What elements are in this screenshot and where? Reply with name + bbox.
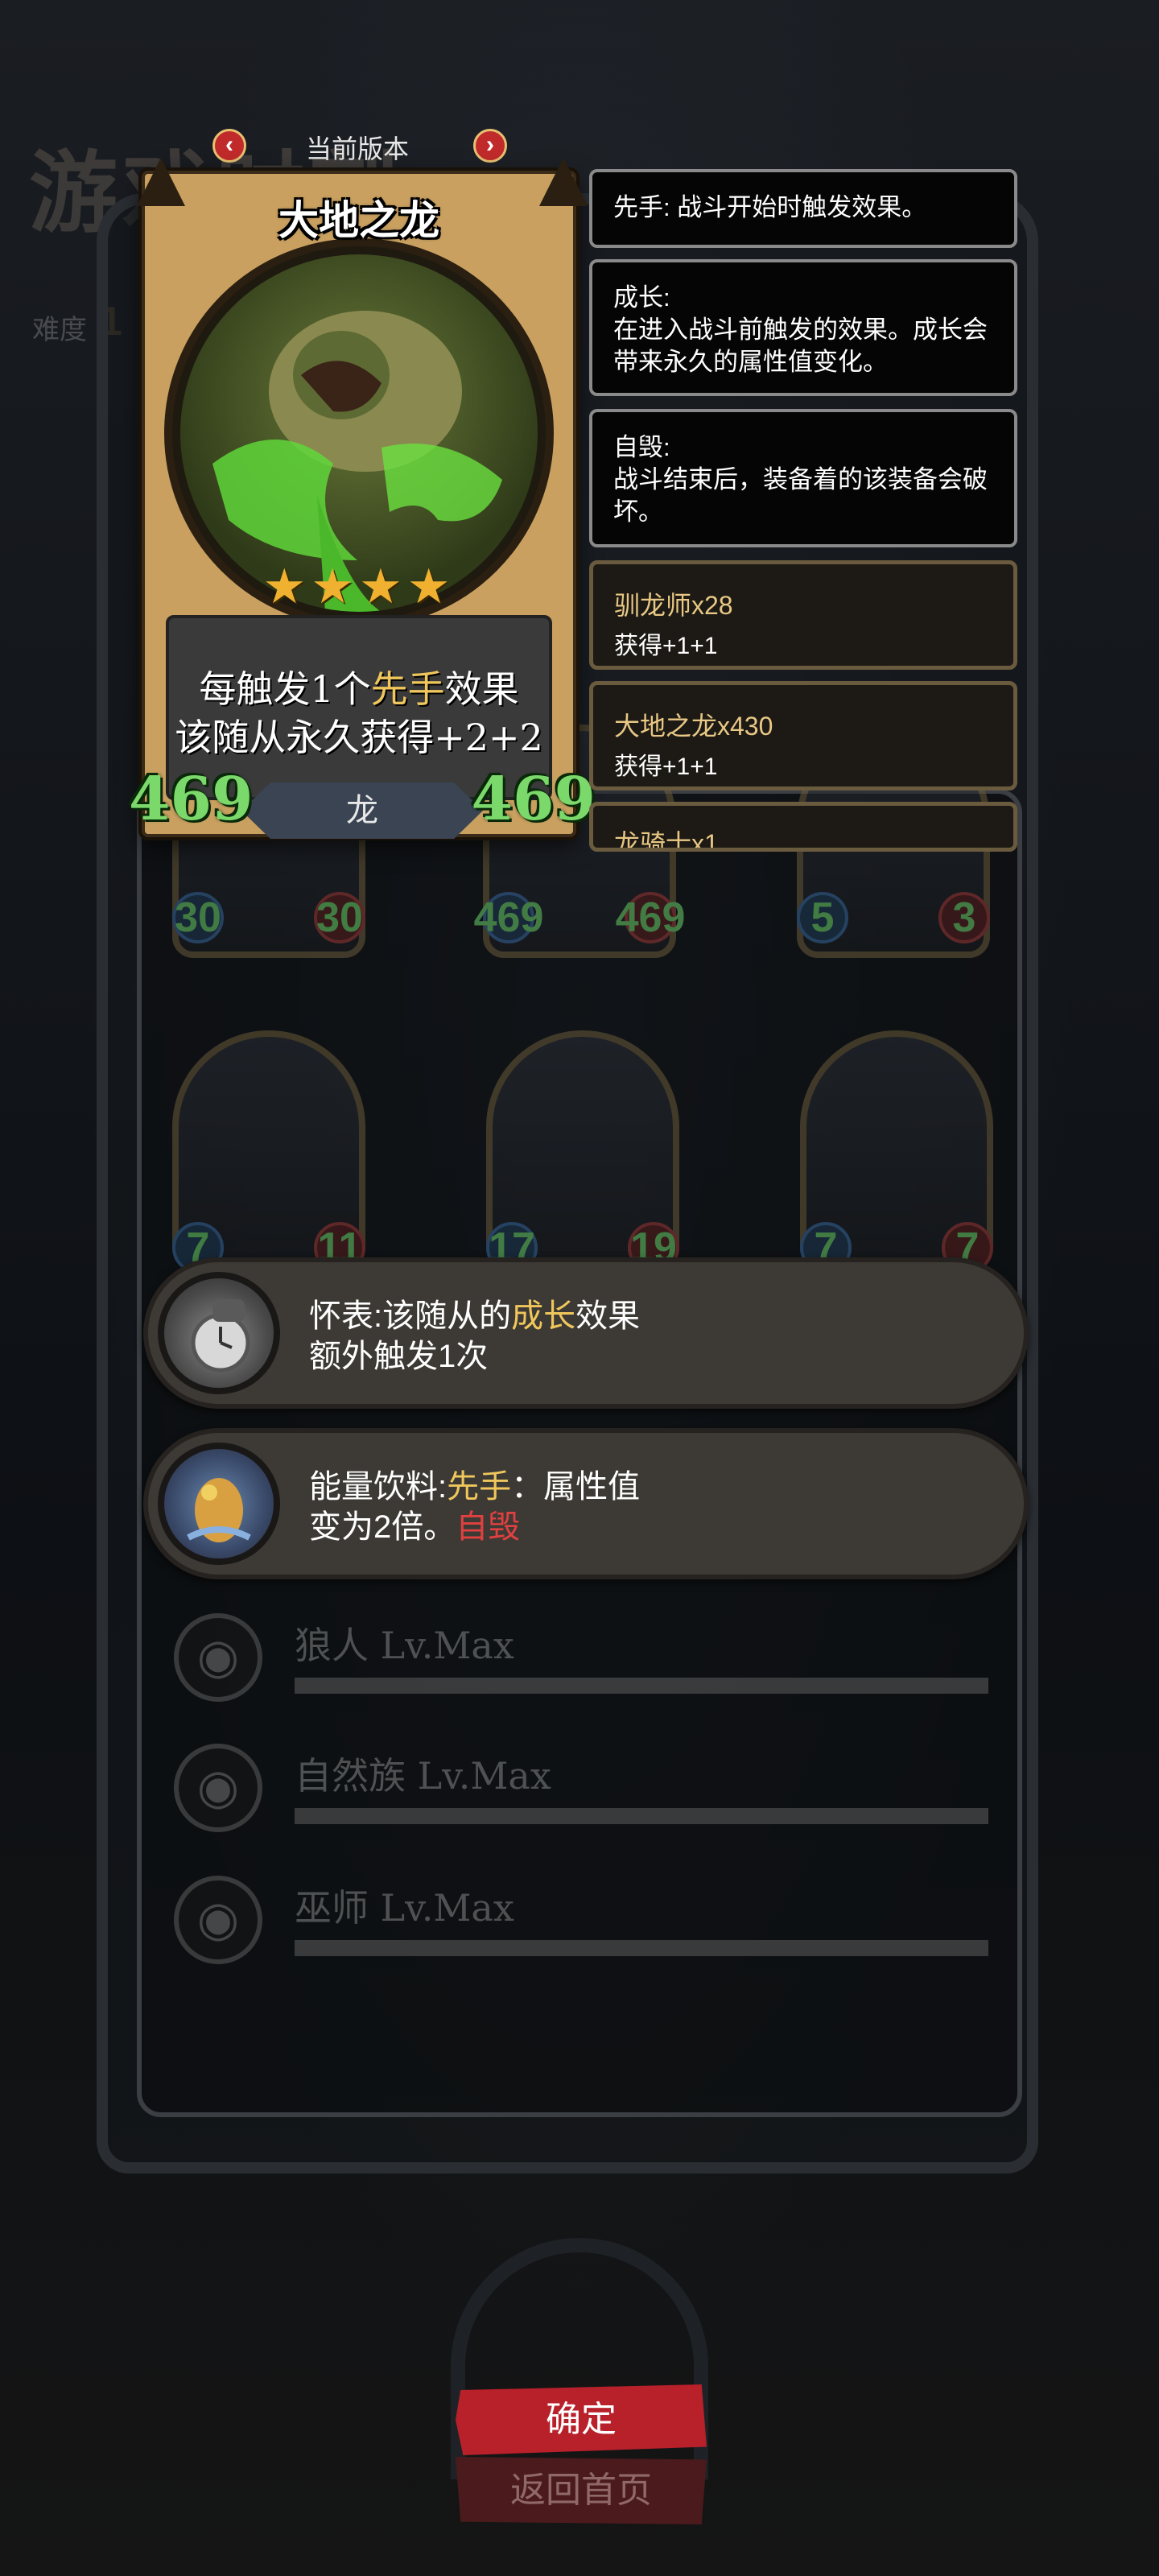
keyword-growth[interactable]: 成长 — [511, 1298, 575, 1334]
description-line-1: 每触发1个先手效果 — [199, 667, 519, 711]
star-rating: ★★★★ — [262, 559, 456, 613]
buff-source-name: 大地之龙x430 — [614, 712, 773, 741]
keyword-tooltip-growth: 成长: 在进入战斗前触发的效果。成长会带来永久的属性值变化。 — [589, 259, 1017, 396]
tribe-progress-bar — [295, 1940, 988, 1956]
keyword-self-destruct[interactable]: 自毁 — [456, 1509, 520, 1545]
buff-source-item: 大地之龙x430 获得+1+1 — [589, 681, 1017, 791]
minion-portrait[interactable]: 17 19 — [486, 1030, 679, 1274]
attack-value: 469 — [129, 765, 254, 834]
tribe-level-name: 巫师 Lv.Max — [295, 1886, 514, 1930]
minion-portrait[interactable]: 7 7 — [800, 1030, 993, 1274]
confirm-button[interactable]: 确定 — [456, 2384, 707, 2455]
minion-attack: 469 — [474, 892, 543, 943]
werewolf-icon: ◉ — [174, 1613, 262, 1702]
health-value: 469 — [471, 765, 596, 834]
difficulty-label: 难度 — [32, 315, 87, 345]
buff-source-name: 龙骑士x1 — [614, 829, 719, 852]
equipment-item-energy-drink[interactable]: 能量饮料:先手：属性值 变为2倍。自毁 — [143, 1428, 1029, 1579]
witch-hat-icon: ◉ — [174, 1876, 262, 1964]
equipment-item-pocket-watch[interactable]: 怀表:该随从的成长效果 额外触发1次 — [143, 1257, 1029, 1409]
tribe-level-name: 狼人 Lv.Max — [295, 1624, 514, 1667]
pocket-watch-icon — [158, 1272, 280, 1394]
minion-health: 3 — [938, 892, 990, 943]
keyword-tooltip-first-strike: 先手: 战斗开始时触发效果。 — [589, 169, 1017, 248]
card-name: 大地之龙 — [278, 198, 439, 243]
minion-health: 469 — [616, 892, 685, 943]
return-home-button[interactable]: 返回首页 — [456, 2457, 707, 2524]
buff-source-name: 驯龙师x28 — [614, 591, 733, 620]
buff-gain: 获得+1+1 — [614, 633, 718, 659]
buff-source-item: 驯龙师x28 获得+1+1 — [589, 560, 1017, 670]
equipment-description: 能量饮料:先手：属性值 变为2倍。自毁 — [309, 1469, 641, 1545]
minion-detail-card: 大地之龙 ★★★★ 每触发1个先手效果 该随从永久获得+2+2 龙 469 46… — [129, 158, 596, 839]
minion-attack: 5 — [797, 892, 848, 943]
tribe-progress-bar — [295, 1808, 988, 1824]
tribe-level-row: ◉ 狼人 Lv.Max — [174, 1613, 988, 1710]
card-stat-bar: 龙 469 469 — [129, 765, 596, 853]
tribe-level-row: ◉ 巫师 Lv.Max — [174, 1876, 988, 1972]
tribe-level-name: 自然族 Lv.Max — [295, 1754, 551, 1798]
keyword-tooltip-self-destruct: 自毁: 战斗结束后，装备着的该装备会破坏。 — [589, 409, 1017, 547]
keyword-first-strike[interactable]: 先手 — [371, 667, 445, 711]
tribe-tag: 龙 — [241, 782, 483, 839]
tribe-progress-bar — [295, 1678, 988, 1694]
buff-gain: 获得+1+1 — [614, 753, 718, 780]
description-line-2: 该随从永久获得+2+2 — [175, 716, 543, 759]
tribe-level-row: ◉ 自然族 Lv.Max — [174, 1744, 988, 1840]
energy-drink-icon — [158, 1443, 280, 1565]
buff-source-item: 龙骑士x1 — [589, 802, 1017, 852]
minion-attack: 30 — [172, 892, 224, 943]
equipment-description: 怀表:该随从的成长效果 额外触发1次 — [309, 1298, 641, 1374]
keyword-first-strike[interactable]: 先手 — [447, 1469, 511, 1505]
nature-icon: ◉ — [174, 1744, 262, 1832]
minion-portrait[interactable]: 7 11 — [172, 1030, 365, 1274]
minion-health: 30 — [314, 892, 365, 943]
